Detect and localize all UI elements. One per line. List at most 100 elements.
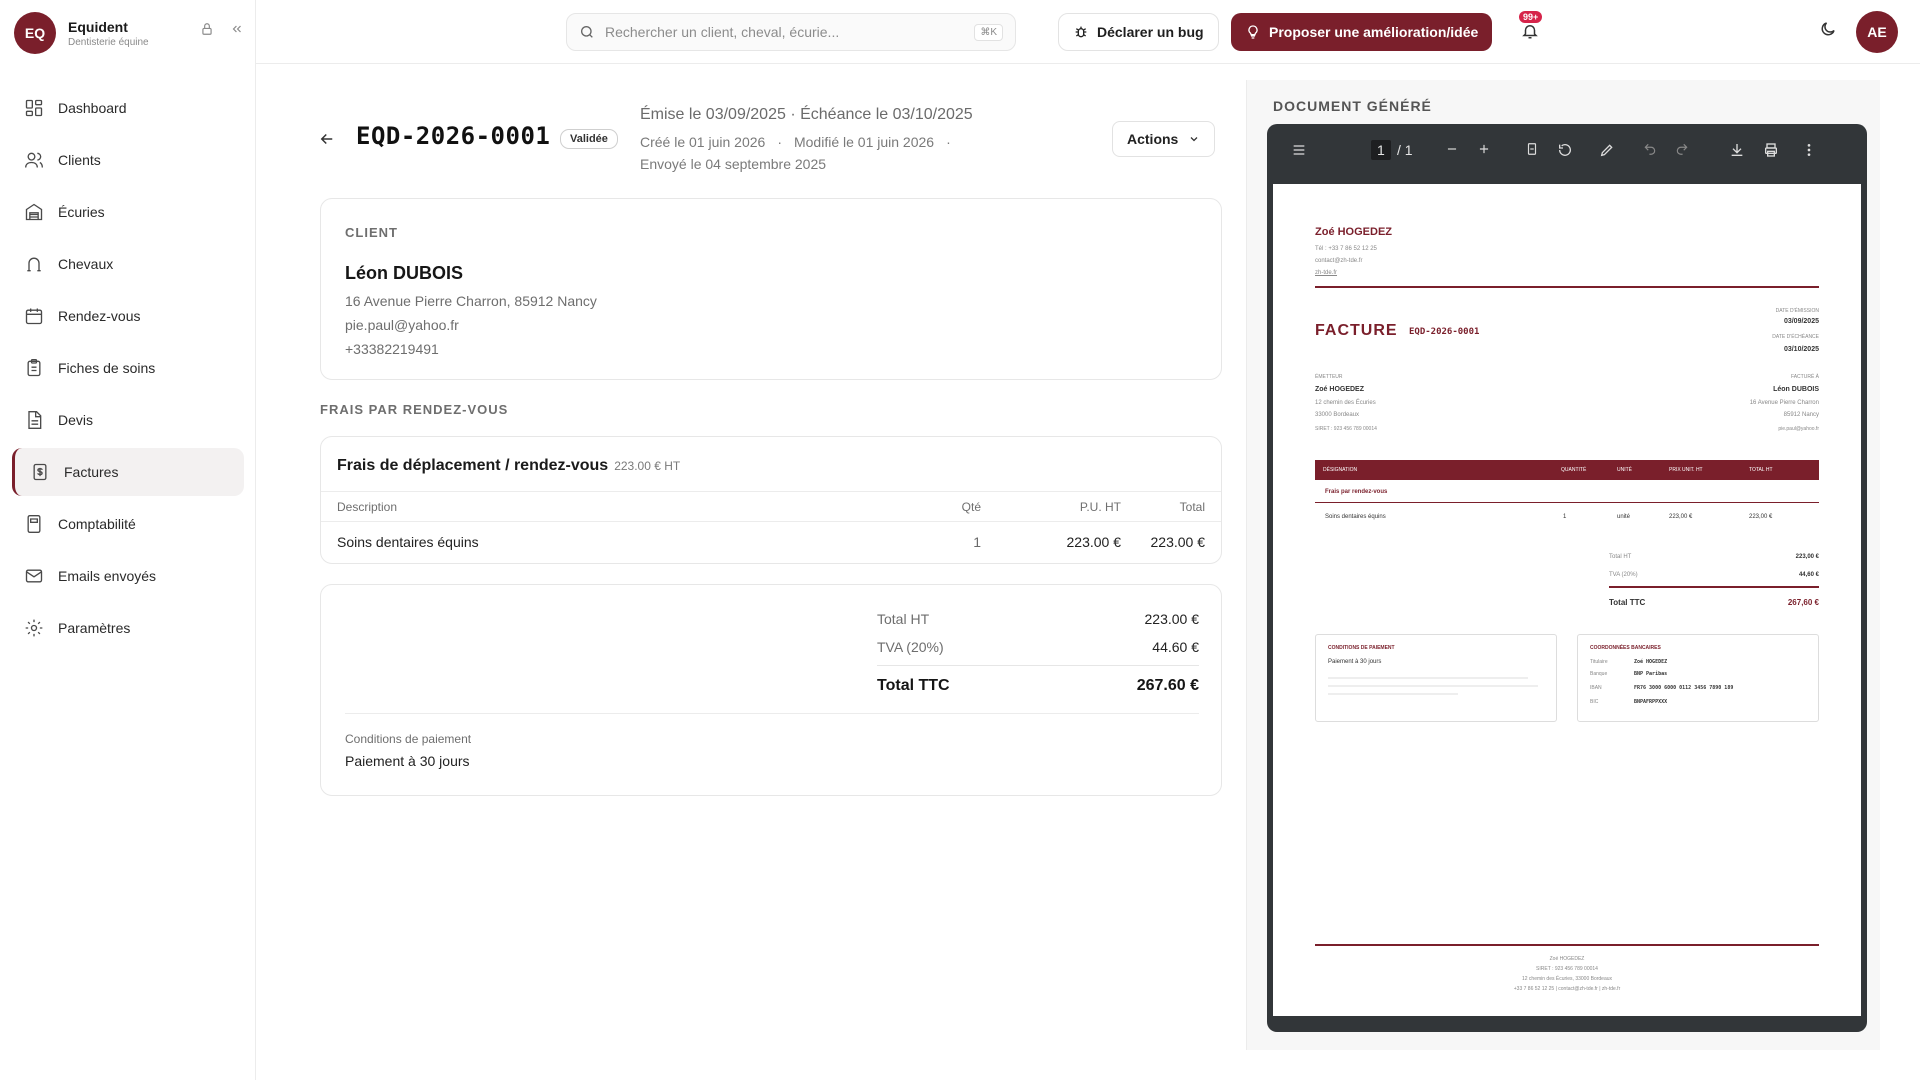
sidebar-item-ecuries[interactable]: Écuries [12,188,244,236]
suggest-idea-button[interactable]: Proposer une amélioration/idée [1231,13,1493,51]
pdf-total-ttc: 267,60 € [1787,598,1819,607]
undo-icon[interactable] [1643,142,1657,159]
sidebar-item-label: Factures [64,464,119,480]
pdf-title: FACTURE [1315,322,1398,339]
report-bug-button[interactable]: Déclarer un bug [1058,13,1219,51]
sidebar-item-factures[interactable]: Factures [12,448,244,496]
theme-toggle-button[interactable] [1819,20,1837,43]
column-header: Total [1121,491,1221,522]
sidebar-item-label: Clients [58,152,101,168]
table-row: Soins dentaires équins 1 223.00 € 223.00… [321,522,1221,562]
bug-icon [1075,26,1087,38]
zoom-in-icon[interactable] [1477,142,1491,159]
brand-name: Equident [68,18,128,35]
sidebar-item-label: Dashboard [58,100,127,116]
invoice-audit: Créé le 01 juin 2026 · Modifié le 01 jui… [640,134,951,150]
search-box[interactable]: ⌘K [566,13,1016,51]
sidebar-item-emails-envoyes[interactable]: Emails envoyés [12,552,244,600]
brand-subtitle: Dentisterie équine [68,36,149,48]
lock-icon[interactable] [200,22,214,41]
sidebar-item-dashboard[interactable]: Dashboard [12,84,244,132]
status-badge: Validée [560,129,618,149]
pdf-divider [1315,286,1819,288]
download-icon[interactable] [1729,142,1745,161]
collapse-sidebar-icon[interactable] [230,22,244,41]
print-icon[interactable] [1763,142,1779,161]
sidebar-item-rendez-vous[interactable]: Rendez-vous [12,292,244,340]
zoom-out-icon[interactable] [1445,142,1459,159]
pdf-footer-contact: +33 7 86 52 12 25 | contact@zh-tde.fr | … [1513,986,1621,992]
sidebar-item-chevaux[interactable]: Chevaux [12,240,244,288]
sidebar-item-label: Comptabilité [58,516,136,532]
sidebar-item-comptabilite[interactable]: Comptabilité [12,500,244,548]
pdf-billed-name: Léon DUBOIS [1773,386,1819,393]
pdf-fineprint-line [1328,677,1528,679]
search-icon [581,26,593,38]
bell-icon [1522,25,1538,39]
brand[interactable]: EQ Equident Dentisterie équine [14,12,244,54]
separator-dot: · [946,134,951,150]
invoice-number: EQD-2026-0001 [356,122,551,150]
pdf-row-designation: Soins dentaires équins [1325,514,1386,520]
pdf-footer-address: 12 chemin des Écuries, 33000 Bordeaux [1521,976,1613,982]
sidebar-item-devis[interactable]: Devis [12,396,244,444]
client-email[interactable]: pie.paul@yahoo.fr [345,317,459,333]
annotate-icon[interactable] [1599,142,1615,161]
pdf-page: Zoé HOGEDEZ Tél : +33 7 86 52 12 25 cont… [1273,184,1861,1016]
pdf-issue-label: DATE D'ÉMISSION [1775,308,1819,314]
row-unit-price: 223.00 € [1066,533,1122,550]
search-shortcut: ⌘K [974,23,1003,41]
gear-icon [25,619,43,637]
actions-label: Actions [1127,131,1179,147]
client-name[interactable]: Léon DUBOIS [345,263,463,284]
sidebar-item-fiches-de-soins[interactable]: Fiches de soins [12,344,244,392]
search-input[interactable] [605,24,965,40]
pdf-footer-divider [1315,944,1819,946]
total-ttc-row: Total TTC 267.60 € [877,677,1199,695]
fit-page-icon[interactable] [1525,142,1539,159]
row-qty: 1 [973,533,981,550]
redo-icon[interactable] [1675,142,1689,159]
menu-icon[interactable] [1291,142,1307,161]
client-section-label: CLIENT [345,225,398,240]
pdf-billed-email: pie.paul@yahoo.fr [1778,426,1819,432]
suggest-idea-label: Proposer une amélioration/idée [1269,24,1479,40]
modified-date: Modifié le 01 juin 2026 [793,134,935,150]
pdf-col-quantity: QUANTITÉ [1561,467,1587,473]
pdf-conditions-title: CONDITIONS DE PAIEMENT [1328,645,1395,651]
pdf-total-ttc-label: Total TTC [1609,598,1646,607]
sidebar-item-clients[interactable]: Clients [12,136,244,184]
invoice-dates: Émise le 03/09/2025 · Échéance le 03/10/… [640,106,973,123]
actions-dropdown-button[interactable]: Actions [1112,121,1216,157]
pdf-footer-name: Zoé HOGEDEZ [1549,956,1585,962]
pdf-bic: BNPAFRPPXXX [1634,699,1668,705]
pdf-row-qty: 1 [1563,514,1567,520]
sidebar-item-label: Rendez-vous [58,308,141,324]
lightbulb-icon [1248,25,1258,39]
page-number-input[interactable]: 1 [1371,140,1391,160]
pdf-row-total: 223,00 € [1749,514,1773,520]
pdf-bank-holder-label: Titulaire [1590,659,1608,665]
client-address: 16 Avenue Pierre Charron, 85912 Nancy [345,293,597,309]
row-description: Soins dentaires équins [337,533,479,550]
rotate-icon[interactable] [1557,142,1573,161]
sidebar-item-label: Fiches de soins [58,360,156,376]
total-ttc-value: 267.60 € [1136,677,1199,694]
sidebar-item-label: Paramètres [58,620,131,636]
user-avatar[interactable]: AE [1856,11,1898,53]
pdf-viewer[interactable]: 1 / 1 Zoé HOGEDEZ Tél: +33 7 86 52 12 2… [1267,124,1867,1032]
client-phone[interactable]: +33382219491 [345,341,439,357]
row-total: 223.00 € [1150,533,1206,550]
pdf-issue-date: 03/09/2025 [1783,318,1819,325]
back-button[interactable] [318,130,336,153]
sidebar-item-label: Chevaux [58,256,114,272]
pdf-emitter-email: contact@zh-tde.fr [1315,258,1363,264]
calendar-icon [25,308,43,325]
total-ht-row: Total HT 223.00 € [877,611,1199,627]
pdf-bank-name-label: Banque [1590,671,1608,677]
pdf-conditions-text: Paiement à 30 jours [1328,659,1382,665]
sidebar-item-parametres[interactable]: Paramètres [12,604,244,652]
total-ttc-label: Total TTC [877,677,950,694]
more-options-icon[interactable] [1801,142,1817,161]
pdf-divider [1609,586,1819,588]
